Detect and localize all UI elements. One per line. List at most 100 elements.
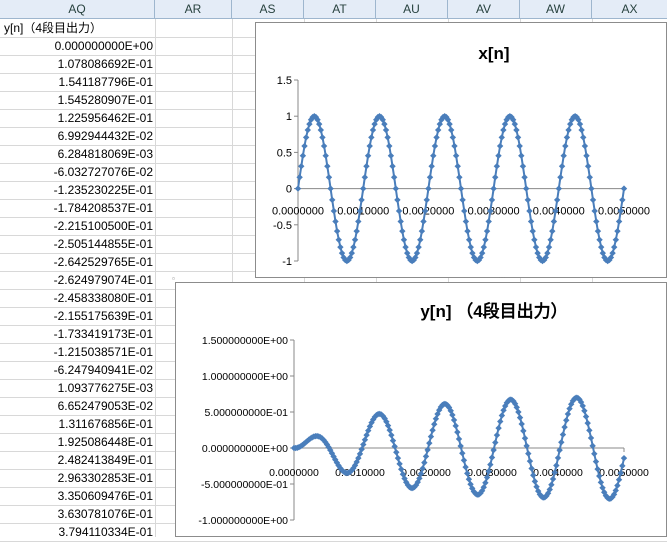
value-cell[interactable]: 1.925086448E-01 [0,433,153,451]
value-cell[interactable]: -2.505144855E-01 [0,235,153,253]
data-point [591,450,598,457]
column-header-aq[interactable]: AQ [0,0,155,18]
data-point [461,207,468,215]
header-cell[interactable]: y[n]（4段目出力） [4,19,154,37]
data-point [301,142,308,150]
value-cell[interactable]: 6.284818069E-03 [0,145,153,163]
data-point [456,174,463,181]
value-cell[interactable]: -1.215038571E-01 [0,343,153,361]
data-point [560,152,567,159]
chart-y-n[interactable]: y[n] （4段目出力） 1.500000000E+00 1.000000000E+… [175,282,667,537]
value-cell[interactable]: 1.541187796E-01 [0,73,153,91]
data-point [402,243,409,251]
data-point [483,227,491,235]
data-point [583,152,590,159]
data-point [454,428,461,436]
data-point [298,163,305,170]
data-point [514,134,522,141]
value-cell[interactable]: 2.482413849E-01 [0,451,153,469]
data-point [434,126,442,134]
data-point [597,243,605,251]
y-tick-label: 0.5 [277,147,292,159]
value-cell[interactable]: -1.784208537E-01 [0,199,153,217]
value-cell[interactable]: 1.078086692E-01 [0,55,153,73]
data-point [521,435,529,442]
value-cell[interactable]: 6.992944432E-02 [0,127,153,145]
value-cell[interactable]: -2.624979074E-01 [0,271,153,289]
data-point [426,439,433,447]
data-point [545,243,553,251]
data-point [462,218,470,225]
data-point [431,421,438,428]
resize-handle-top[interactable]: ··· [498,273,506,282]
data-point [558,439,565,446]
value-cell[interactable]: 1.311676856E-01 [0,415,153,433]
column-header-ax[interactable]: AX [592,0,667,18]
data-point [586,427,593,434]
value-cell[interactable]: -2.458338080E-01 [0,289,153,307]
value-cell[interactable]: -6.247940941E-02 [0,361,153,379]
data-point [358,196,365,204]
data-point [302,134,310,141]
value-cell[interactable]: -2.155175639E-01 [0,307,153,325]
value-cell[interactable]: 1.225956462E-01 [0,109,153,127]
column-header-av[interactable]: AV [448,0,520,18]
column-header-au[interactable]: AU [376,0,448,18]
data-point [368,134,375,141]
column-header-ar[interactable]: AR [155,0,232,18]
data-point [582,413,590,420]
data-point [549,227,556,235]
data-point [369,126,377,134]
value-cell[interactable]: -2.215100500E-01 [0,217,153,235]
data-point [493,163,501,170]
data-point [332,218,339,225]
value-cell[interactable]: -1.733419173E-01 [0,325,153,343]
value-cell[interactable]: 3.630781076E-01 [0,505,153,523]
data-point [518,152,525,159]
chart-x-n[interactable]: x[n] 1.5 1 0.5 0 -0.5 -1 0.0000000 0.0010000 0.00… [255,22,667,278]
data-point [324,163,331,170]
data-point [452,422,459,430]
data-point [614,227,621,235]
data-point [421,459,428,466]
y-tick-label: -1 [282,256,292,268]
data-point [550,218,558,225]
y-tick-label: 5.000000000E-01 [205,407,289,419]
value-cell[interactable]: 3.794110334E-01 [0,523,153,541]
data-point [500,126,507,134]
data-point [564,410,572,418]
value-cell[interactable]: -6.032727076E-02 [0,163,153,181]
column-header-aw[interactable]: AW [520,0,592,18]
x-tick-label: 0.0000000 [269,467,319,479]
data-point [612,236,620,243]
data-point [516,414,524,421]
value-cell[interactable]: -1.235230225E-01 [0,181,153,199]
value-cell[interactable]: 0.000000000E+00 [0,37,153,55]
data-point [391,443,398,450]
data-point [393,449,400,456]
data-point [454,163,461,170]
data-point [559,431,567,438]
data-point [392,185,399,192]
value-cell[interactable]: 1.093776275E-03 [0,379,153,397]
column-header-at[interactable]: AT [304,0,376,18]
value-cell[interactable]: -2.642529765E-01 [0,253,153,271]
value-cell[interactable]: 2.963302853E-01 [0,469,153,487]
data-point [614,482,621,489]
data-point [594,227,602,235]
y-tick-label: 1.000000000E+00 [202,371,288,383]
resize-handle-corner[interactable]: ▫ [172,274,175,283]
data-point [587,434,595,442]
data-point [592,458,600,465]
data-point [327,185,334,192]
data-point [562,142,569,150]
data-point [361,174,369,181]
data-point [589,196,597,204]
value-cell[interactable]: 3.350609476E-01 [0,487,153,505]
y-tick-label: -1.000000000E+00 [198,515,288,527]
data-point [400,236,408,243]
value-cell[interactable]: 1.545280907E-01 [0,91,153,109]
column-header-as[interactable]: AS [232,0,304,18]
data-point [320,142,328,150]
value-cell[interactable]: 6.652479053E-02 [0,397,153,415]
